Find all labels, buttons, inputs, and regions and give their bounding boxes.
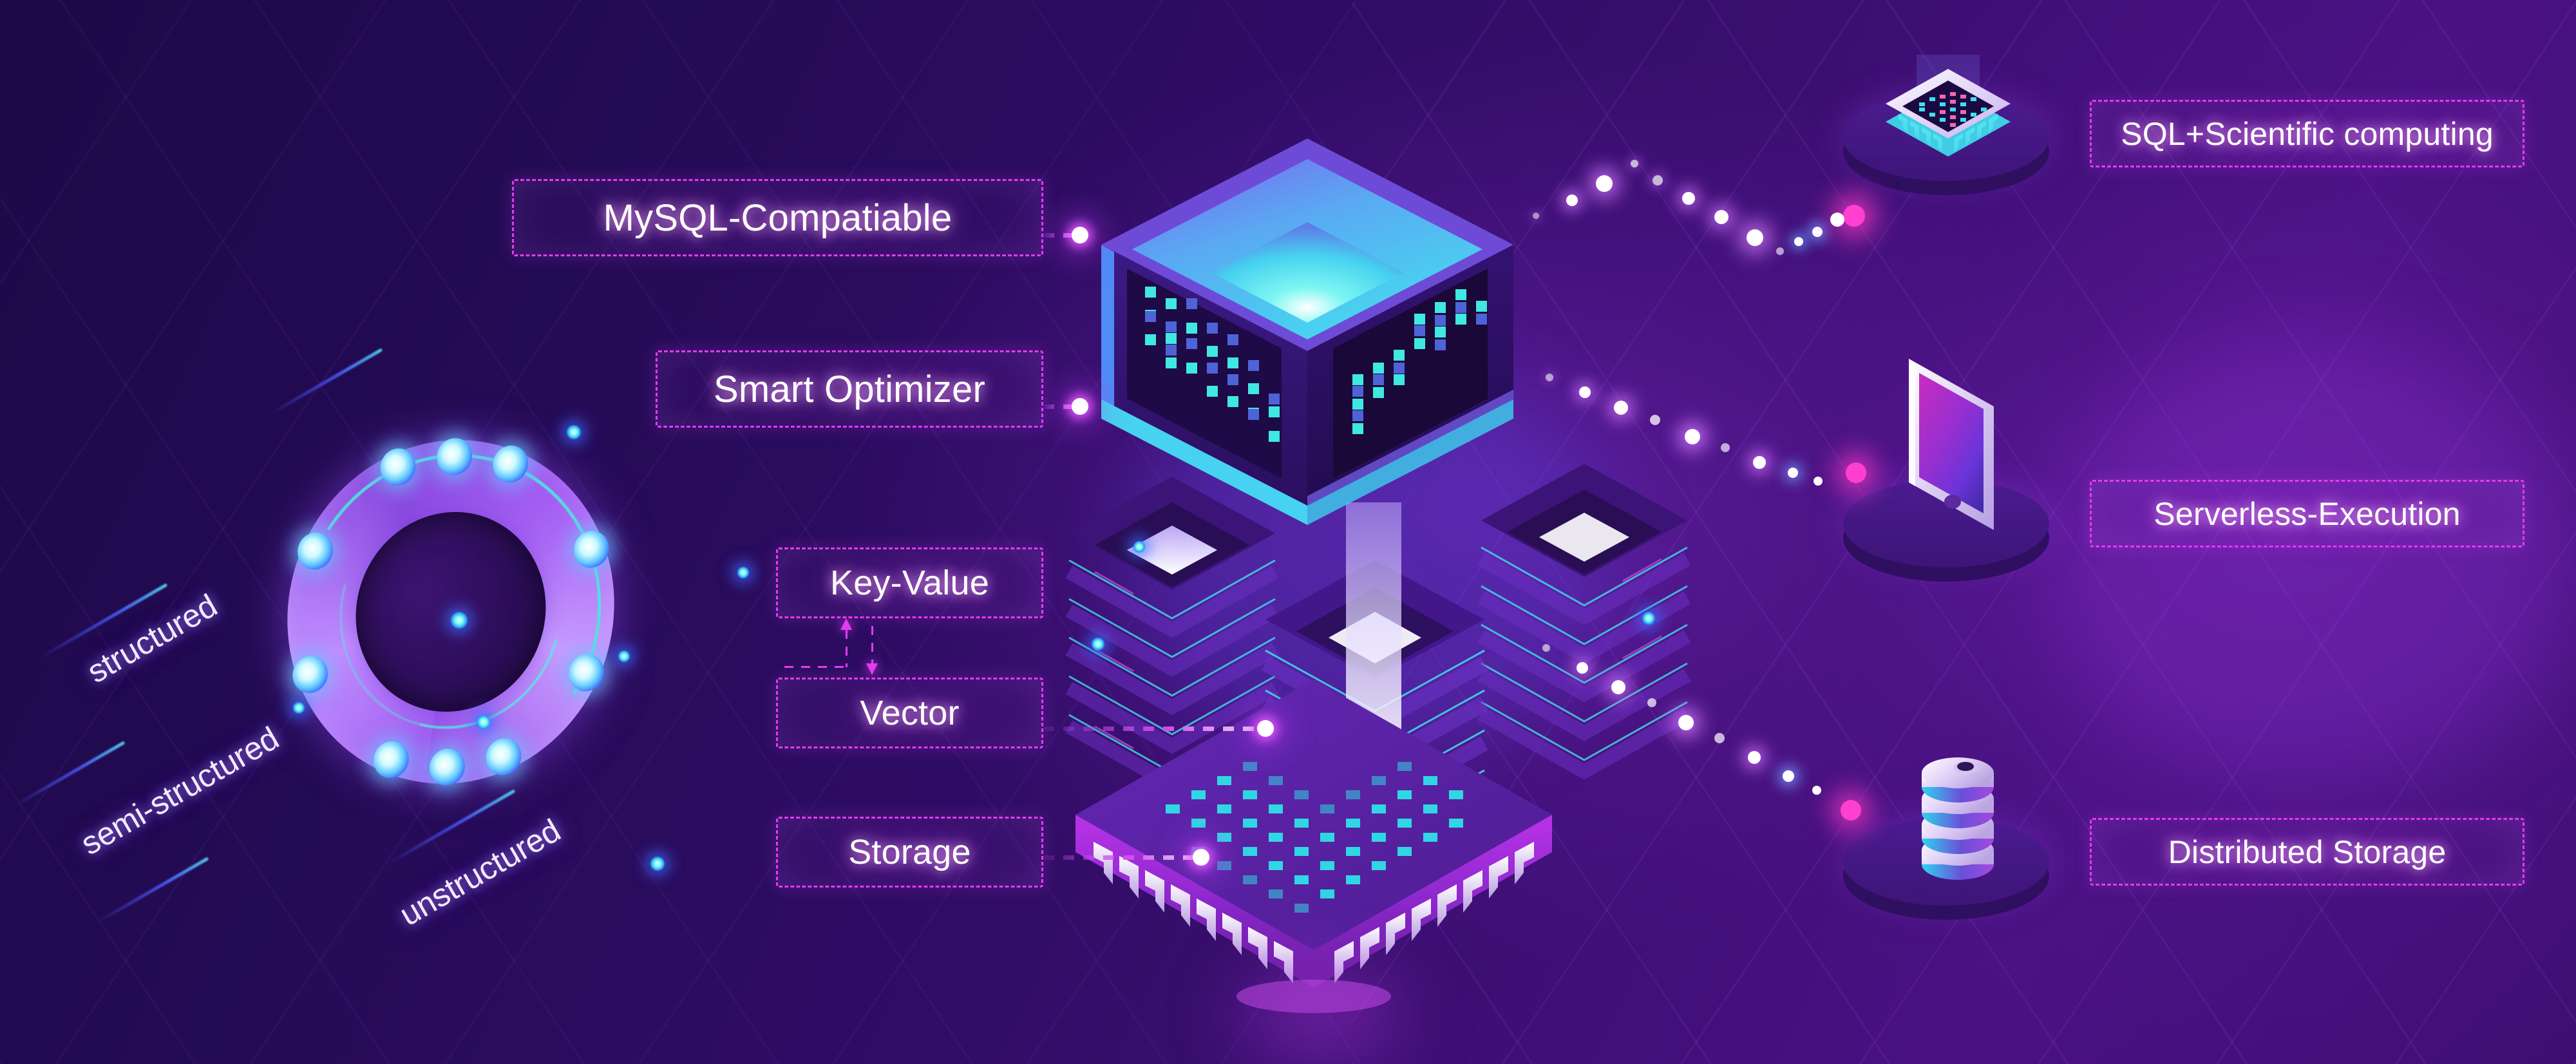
- ring-particle: [477, 715, 491, 729]
- ring-particle: [451, 612, 468, 629]
- arrow-up-head: [840, 618, 852, 630]
- infographic-canvas: structured semi-structured unstructured: [0, 0, 2576, 1064]
- data-type-unstructured-text: unstructured: [393, 812, 567, 933]
- data-type-structured: structured: [81, 587, 224, 690]
- arrow-up-foot: [784, 666, 848, 668]
- connector-vector: [1043, 727, 1269, 731]
- database-stack-icon: [1903, 741, 2012, 892]
- label-key-value-text: Key-Value: [830, 564, 989, 602]
- arrow-up-stem: [846, 630, 848, 667]
- ring-particle: [293, 702, 305, 714]
- smartphone-icon: [1893, 345, 2009, 538]
- label-vector[interactable]: Vector: [776, 678, 1043, 748]
- ring-particle: [567, 425, 581, 439]
- label-sql-scientific-computing-text: SQL+Scientific computing: [2121, 115, 2494, 152]
- portal-ring-icon: [240, 386, 661, 838]
- cpu-chip-icon: [1868, 16, 2029, 158]
- label-serverless-execution[interactable]: Serverless-Execution: [2090, 480, 2524, 547]
- label-sql-scientific-computing[interactable]: SQL+Scientific computing: [2090, 100, 2524, 167]
- label-smart-optimizer[interactable]: Smart Optimizer: [656, 350, 1043, 428]
- light-streak: [269, 348, 383, 415]
- connector-endpoint: [1072, 227, 1088, 243]
- cpu-chip-icon: [1056, 679, 1571, 1040]
- label-serverless-execution-text: Serverless-Execution: [2154, 495, 2461, 532]
- ring-particle: [618, 651, 630, 662]
- connector-endpoint: [1193, 849, 1209, 866]
- arrow-down-stem: [871, 626, 873, 663]
- label-mysql-compatiable[interactable]: MySQL-Compatiable: [512, 179, 1043, 256]
- ring-particle: [737, 567, 749, 578]
- label-mysql-compatiable-text: MySQL-Compatiable: [603, 196, 952, 239]
- label-storage-text: Storage: [848, 833, 971, 871]
- label-distributed-storage[interactable]: Distributed Storage: [2090, 818, 2524, 886]
- label-storage[interactable]: Storage: [776, 817, 1043, 888]
- data-type-semi-structured: semi-structured: [75, 719, 285, 862]
- label-distributed-storage-text: Distributed Storage: [2168, 833, 2447, 870]
- light-streak: [12, 741, 126, 808]
- label-vector-text: Vector: [860, 694, 960, 732]
- ring-particle: [650, 857, 665, 871]
- connector-storage: [1043, 855, 1203, 860]
- connector-endpoint: [1072, 398, 1088, 415]
- light-streak: [95, 857, 209, 924]
- label-key-value[interactable]: Key-Value: [776, 547, 1043, 618]
- connector-endpoint: [1257, 720, 1274, 737]
- arrow-down-head: [866, 663, 878, 675]
- data-type-semi-structured-text: semi-structured: [75, 719, 285, 862]
- label-smart-optimizer-text: Smart Optimizer: [714, 368, 985, 410]
- data-type-structured-text: structured: [81, 587, 223, 690]
- data-type-unstructured: unstructured: [393, 812, 567, 933]
- glow-right: [2048, 335, 2576, 786]
- server-cube-icon: [1088, 126, 1513, 538]
